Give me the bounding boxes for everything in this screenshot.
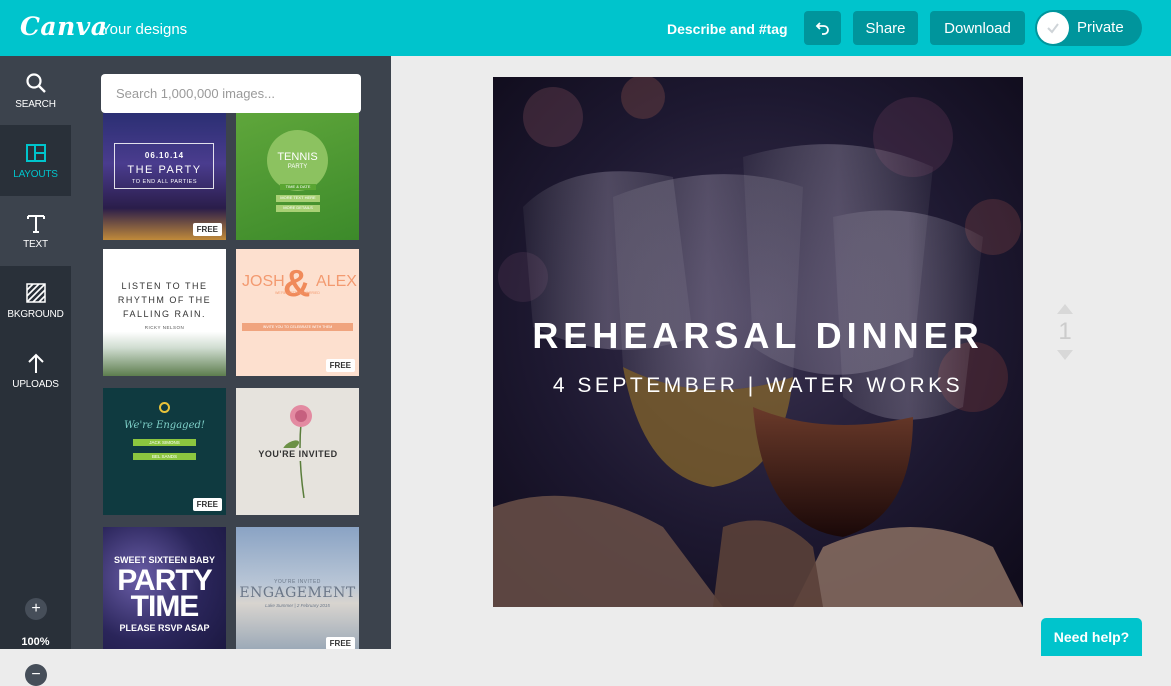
template-thumbnail[interactable]: We're Engaged! JACK SIMONS BEL SANDS FRE… bbox=[103, 388, 226, 515]
text-icon bbox=[26, 215, 45, 233]
need-help-button[interactable]: Need help? bbox=[1041, 618, 1142, 656]
template-thumbnail[interactable]: YOU'RE INVITED ENGAGEMENT Lake Summer | … bbox=[236, 527, 359, 649]
top-bar: Canva Your designs Describe and #tag Sha… bbox=[0, 0, 1171, 56]
free-badge: FREE bbox=[192, 498, 222, 511]
template-thumbnail[interactable]: LISTEN TO THE RHYTHM OF THE FALLING RAIN… bbox=[103, 249, 226, 376]
search-icon bbox=[25, 73, 46, 93]
template-text: TENNIS bbox=[277, 151, 318, 163]
template-thumbnail[interactable]: 06.10.14 THE PARTY TO END ALL PARTIES FR… bbox=[103, 113, 226, 240]
free-badge: FREE bbox=[325, 359, 355, 372]
sidebar-item-label: LAYOUTS bbox=[13, 169, 58, 180]
template-thumbnail[interactable]: TENNIS PARTY TIME & DATE MORE TEXT HERE … bbox=[236, 113, 359, 240]
page-navigator: 1 bbox=[1055, 304, 1075, 360]
minus-icon: − bbox=[31, 666, 41, 683]
sidebar-item-label: SEARCH bbox=[15, 99, 56, 110]
template-text: BEL SANDS bbox=[133, 453, 196, 460]
template-text: & bbox=[283, 263, 311, 305]
sidebar-item-label: UPLOADS bbox=[12, 379, 59, 390]
sidebar: SEARCH LAYOUTS TEXT BKGROUND UPLOADS + 1… bbox=[0, 56, 71, 686]
template-text: THE PARTY bbox=[127, 164, 202, 176]
sidebar-item-label: TEXT bbox=[23, 239, 48, 250]
canvas-area: REHEARSAL DINNER 4 SEPTEMBER | WATER WOR… bbox=[391, 56, 1171, 656]
page-down-arrow-icon[interactable] bbox=[1057, 350, 1073, 360]
template-text: JOSH bbox=[242, 273, 285, 290]
your-designs-link[interactable]: Your designs bbox=[101, 21, 187, 38]
template-text: INVITE YOU TO CELEBRATE WITH THEM bbox=[242, 323, 353, 331]
sidebar-item-layouts[interactable]: LAYOUTS bbox=[0, 126, 71, 196]
sidebar-item-search[interactable]: SEARCH bbox=[0, 56, 71, 125]
undo-button[interactable] bbox=[804, 11, 841, 45]
page-number: 1 bbox=[1058, 318, 1072, 345]
zoom-out-button[interactable]: − bbox=[25, 664, 47, 686]
template-thumbnail[interactable]: SWEET SIXTEEN BABY PARTY TIME PLEASE RSV… bbox=[103, 527, 226, 649]
template-text: PLEASE RSVP ASAP bbox=[119, 623, 210, 633]
undo-icon bbox=[815, 22, 829, 35]
sidebar-item-text[interactable]: TEXT bbox=[0, 196, 71, 266]
plus-icon: + bbox=[31, 600, 41, 617]
template-text: We're Engaged! bbox=[124, 420, 205, 431]
free-badge: FREE bbox=[192, 223, 222, 236]
template-text: JACK SIMONS bbox=[133, 439, 196, 446]
design-subtitle[interactable]: 4 SEPTEMBER | WATER WORKS bbox=[493, 374, 1023, 398]
template-text: LISTEN TO THE bbox=[121, 281, 208, 291]
background-icon bbox=[25, 283, 46, 303]
template-text: TO END ALL PARTIES bbox=[131, 179, 198, 185]
sidebar-item-label: BKGROUND bbox=[7, 309, 64, 320]
private-label: Private bbox=[1077, 19, 1124, 36]
private-toggle[interactable]: Private bbox=[1035, 10, 1142, 46]
template-text: PARTY bbox=[287, 164, 308, 170]
template-text: MORE DETAILS bbox=[276, 205, 320, 212]
sidebar-item-uploads[interactable]: UPLOADS bbox=[0, 336, 71, 406]
template-thumbnail[interactable]: YOU'RE INVITED bbox=[236, 388, 359, 515]
canva-logo[interactable]: Canva bbox=[20, 12, 108, 41]
template-text: ENGAGEMENT bbox=[239, 585, 356, 601]
template-text: YOU'RE INVITED bbox=[258, 448, 338, 461]
zoom-in-button[interactable]: + bbox=[25, 598, 47, 620]
template-thumbnail[interactable]: JOSH & ALEX WE'RE GETTING MARRIED INVITE… bbox=[236, 249, 359, 376]
template-text: TIME & DATE bbox=[280, 184, 316, 190]
design-page[interactable]: REHEARSAL DINNER 4 SEPTEMBER | WATER WOR… bbox=[493, 77, 1023, 607]
template-text: FALLING RAIN. bbox=[122, 309, 207, 319]
sidebar-item-background[interactable]: BKGROUND bbox=[0, 266, 71, 336]
free-badge: FREE bbox=[325, 637, 355, 649]
template-text: MORE TEXT HERE bbox=[276, 195, 320, 202]
template-text: WE'RE GETTING MARRIED bbox=[275, 291, 320, 295]
ring-icon bbox=[159, 402, 170, 413]
check-icon bbox=[1047, 23, 1059, 34]
template-text: ALEX bbox=[316, 273, 357, 290]
layouts-panel: 06.10.14 THE PARTY TO END ALL PARTIES FR… bbox=[71, 56, 391, 649]
share-button[interactable]: Share bbox=[853, 11, 918, 45]
private-toggle-knob bbox=[1037, 12, 1069, 44]
template-text: 06.10.14 bbox=[144, 151, 185, 160]
template-text: RICKY NELSON bbox=[144, 325, 185, 330]
template-text: TIME bbox=[130, 590, 200, 623]
download-button[interactable]: Download bbox=[930, 11, 1025, 45]
upload-icon bbox=[27, 353, 44, 373]
layouts-icon bbox=[25, 144, 46, 162]
describe-and-tag-link[interactable]: Describe and #tag bbox=[667, 21, 788, 37]
design-title[interactable]: REHEARSAL DINNER bbox=[493, 315, 1023, 357]
template-text: RHYTHM OF THE bbox=[117, 295, 212, 305]
page-up-arrow-icon[interactable] bbox=[1057, 304, 1073, 314]
image-search-input[interactable] bbox=[101, 74, 361, 113]
zoom-level: 100% bbox=[21, 636, 50, 648]
template-text: Lake Summer | 2 February 2015 bbox=[265, 603, 330, 608]
